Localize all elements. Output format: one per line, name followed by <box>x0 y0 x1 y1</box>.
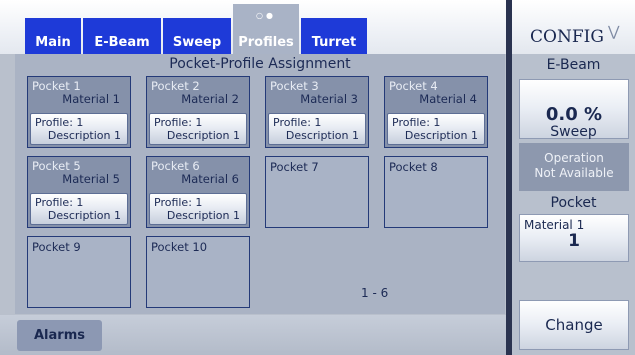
profile-label: Profile: 1 <box>35 196 84 209</box>
change-label: Change <box>545 316 603 334</box>
pocket-material: Material 3 <box>300 92 358 106</box>
tab-e-beam[interactable]: E-Beam <box>83 18 161 54</box>
pocket-8[interactable]: Pocket 8 <box>384 156 488 228</box>
ebeam-label: E-Beam <box>546 57 601 73</box>
chevron-down-icon: ⋁ <box>608 24 620 40</box>
tab-turret-label: Turret <box>311 35 357 50</box>
profile-button[interactable]: Profile: 1 Description 1 <box>30 193 128 225</box>
profile-button[interactable]: Profile: 1 Description 1 <box>149 193 247 225</box>
profile-button[interactable]: Profile: 1 Description 1 <box>268 113 366 145</box>
config-title: CONFIG <box>530 27 604 47</box>
pocket-name: Pocket 10 <box>151 240 208 254</box>
pocket-material: Material 1 <box>62 92 120 106</box>
pocket-profile-panel: Pocket-Profile Assignment Pocket 1 Mater… <box>15 54 505 314</box>
profile-label: Profile: 1 <box>273 116 322 129</box>
pocket-5[interactable]: Pocket 5 Material 5 Profile: 1 Descripti… <box>27 156 131 228</box>
pocket-name: Pocket 9 <box>32 240 81 254</box>
profile-label: Profile: 1 <box>154 196 203 209</box>
pocket-name: Pocket 4 <box>389 79 438 93</box>
profile-description: Description 1 <box>285 129 359 142</box>
pocket-name: Pocket 2 <box>151 79 200 93</box>
pocket-name: Pocket 5 <box>32 159 81 173</box>
pocket-1[interactable]: Pocket 1 Material 1 Profile: 1 Descripti… <box>27 76 131 148</box>
profile-description: Description 1 <box>404 129 478 142</box>
pocket-6[interactable]: Pocket 6 Material 6 Profile: 1 Descripti… <box>146 156 250 228</box>
change-button[interactable]: Change <box>519 300 629 350</box>
sweep-label: Sweep <box>550 124 597 140</box>
profile-label: Profile: 1 <box>392 116 441 129</box>
pocket-selector[interactable]: Material 1 1 <box>519 214 629 262</box>
profile-description: Description 1 <box>166 209 240 222</box>
pocket-2[interactable]: Pocket 2 Material 2 Profile: 1 Descripti… <box>146 76 250 148</box>
config-panel: CONFIG ⋁ E-Beam 0.0 % Sweep Operation No… <box>512 0 635 355</box>
page-title: Pocket-Profile Assignment <box>169 56 351 72</box>
pocket-7[interactable]: Pocket 7 <box>265 156 369 228</box>
tab-profiles[interactable]: ○● Profiles <box>233 4 299 54</box>
pocket-9[interactable]: Pocket 9 <box>27 236 131 308</box>
pocket-name: Pocket 1 <box>32 79 81 93</box>
profile-description: Description 1 <box>47 129 121 142</box>
tab-main-label: Main <box>35 35 71 50</box>
alarms-label: Alarms <box>34 328 85 343</box>
tab-e-beam-label: E-Beam <box>94 35 150 50</box>
alarms-button[interactable]: Alarms <box>17 320 102 351</box>
profile-label: Profile: 1 <box>154 116 203 129</box>
sweep-status-line2: Not Available <box>534 166 614 180</box>
pocket-4[interactable]: Pocket 4 Material 4 Profile: 1 Descripti… <box>384 76 488 148</box>
sweep-status-line1: Operation <box>544 151 604 165</box>
tab-profiles-label: Profiles <box>238 35 294 50</box>
pocket-selected-number: 1 <box>568 231 580 251</box>
pocket-material: Material 2 <box>181 92 239 106</box>
tab-bar: Main E-Beam Sweep ○● Profiles Turret <box>0 0 512 54</box>
config-header[interactable]: CONFIG ⋁ <box>512 0 635 54</box>
pocket-10[interactable]: Pocket 10 <box>146 236 250 308</box>
pocket-label: Pocket <box>550 195 597 211</box>
pocket-name: Pocket 7 <box>270 160 319 174</box>
tab-sweep[interactable]: Sweep <box>163 18 231 54</box>
profile-button[interactable]: Profile: 1 Description 1 <box>30 113 128 145</box>
pocket-material: Material 5 <box>62 172 120 186</box>
tab-sweep-label: Sweep <box>172 35 222 50</box>
profile-description: Description 1 <box>166 129 240 142</box>
profile-label: Profile: 1 <box>35 116 84 129</box>
ebeam-value: 0.0 % <box>545 104 603 125</box>
profile-description: Description 1 <box>47 209 121 222</box>
profile-button[interactable]: Profile: 1 Description 1 <box>387 113 485 145</box>
pocket-material: Material 4 <box>419 92 477 106</box>
page-dots-icon: ○● <box>256 11 276 20</box>
pocket-name: Pocket 6 <box>151 159 200 173</box>
profile-button[interactable]: Profile: 1 Description 1 <box>149 113 247 145</box>
pocket-material: Material 6 <box>181 172 239 186</box>
tab-turret[interactable]: Turret <box>301 18 367 54</box>
pocket-name: Pocket 3 <box>270 79 319 93</box>
pocket-3[interactable]: Pocket 3 Material 3 Profile: 1 Descripti… <box>265 76 369 148</box>
pocket-name: Pocket 8 <box>389 160 438 174</box>
sweep-status: Operation Not Available <box>519 143 629 191</box>
page-indicator: 1 - 6 <box>361 286 389 300</box>
tab-main[interactable]: Main <box>25 18 81 54</box>
pocket-selected-material: Material 1 <box>524 218 585 232</box>
